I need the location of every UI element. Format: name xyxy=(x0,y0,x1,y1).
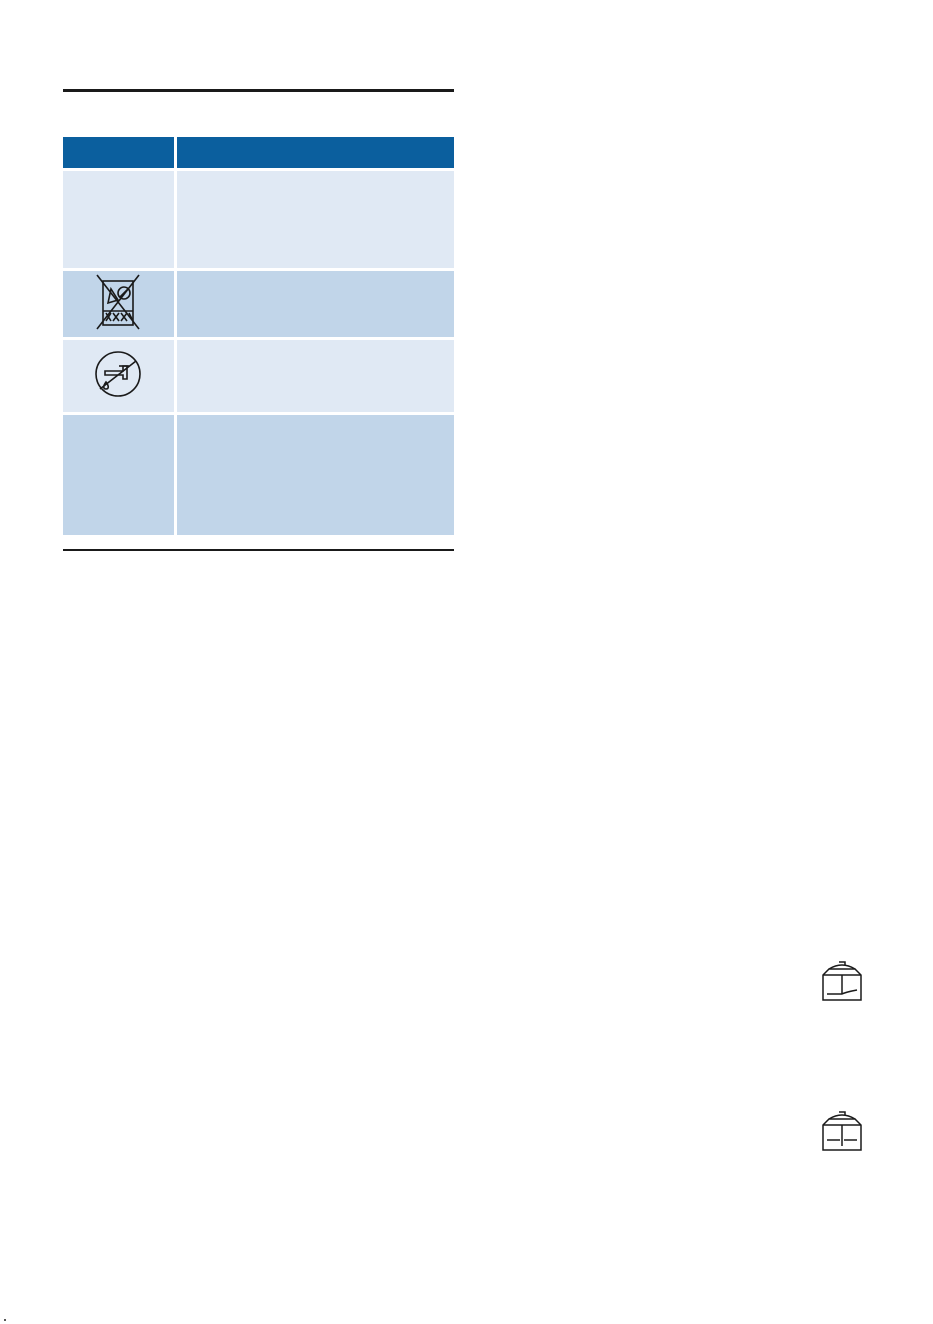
document-page xyxy=(0,0,933,1324)
description-cell xyxy=(176,268,454,337)
description-cell xyxy=(176,337,454,412)
table-bottom-rule xyxy=(63,549,454,551)
description-cell xyxy=(176,168,454,268)
table-top-rule xyxy=(63,89,454,92)
symbols-table xyxy=(63,137,454,535)
table-row xyxy=(63,168,454,268)
no-water-tap-icon xyxy=(93,349,143,399)
blender-jug-icon xyxy=(819,1110,865,1152)
blender-jug-icon xyxy=(819,960,865,1002)
table-row xyxy=(63,337,454,412)
symbol-cell xyxy=(63,268,177,337)
symbol-cell xyxy=(63,412,177,535)
header-cell-symbol xyxy=(63,137,177,168)
table-header-row xyxy=(63,137,454,168)
table-row xyxy=(63,412,454,535)
table-row xyxy=(63,268,454,337)
symbol-cell xyxy=(63,337,177,412)
description-cell xyxy=(176,412,454,535)
symbol-cell xyxy=(63,168,177,268)
no-dishwasher-icon xyxy=(95,273,141,331)
page-corner-mark xyxy=(4,1319,6,1321)
header-cell-description xyxy=(176,137,454,168)
